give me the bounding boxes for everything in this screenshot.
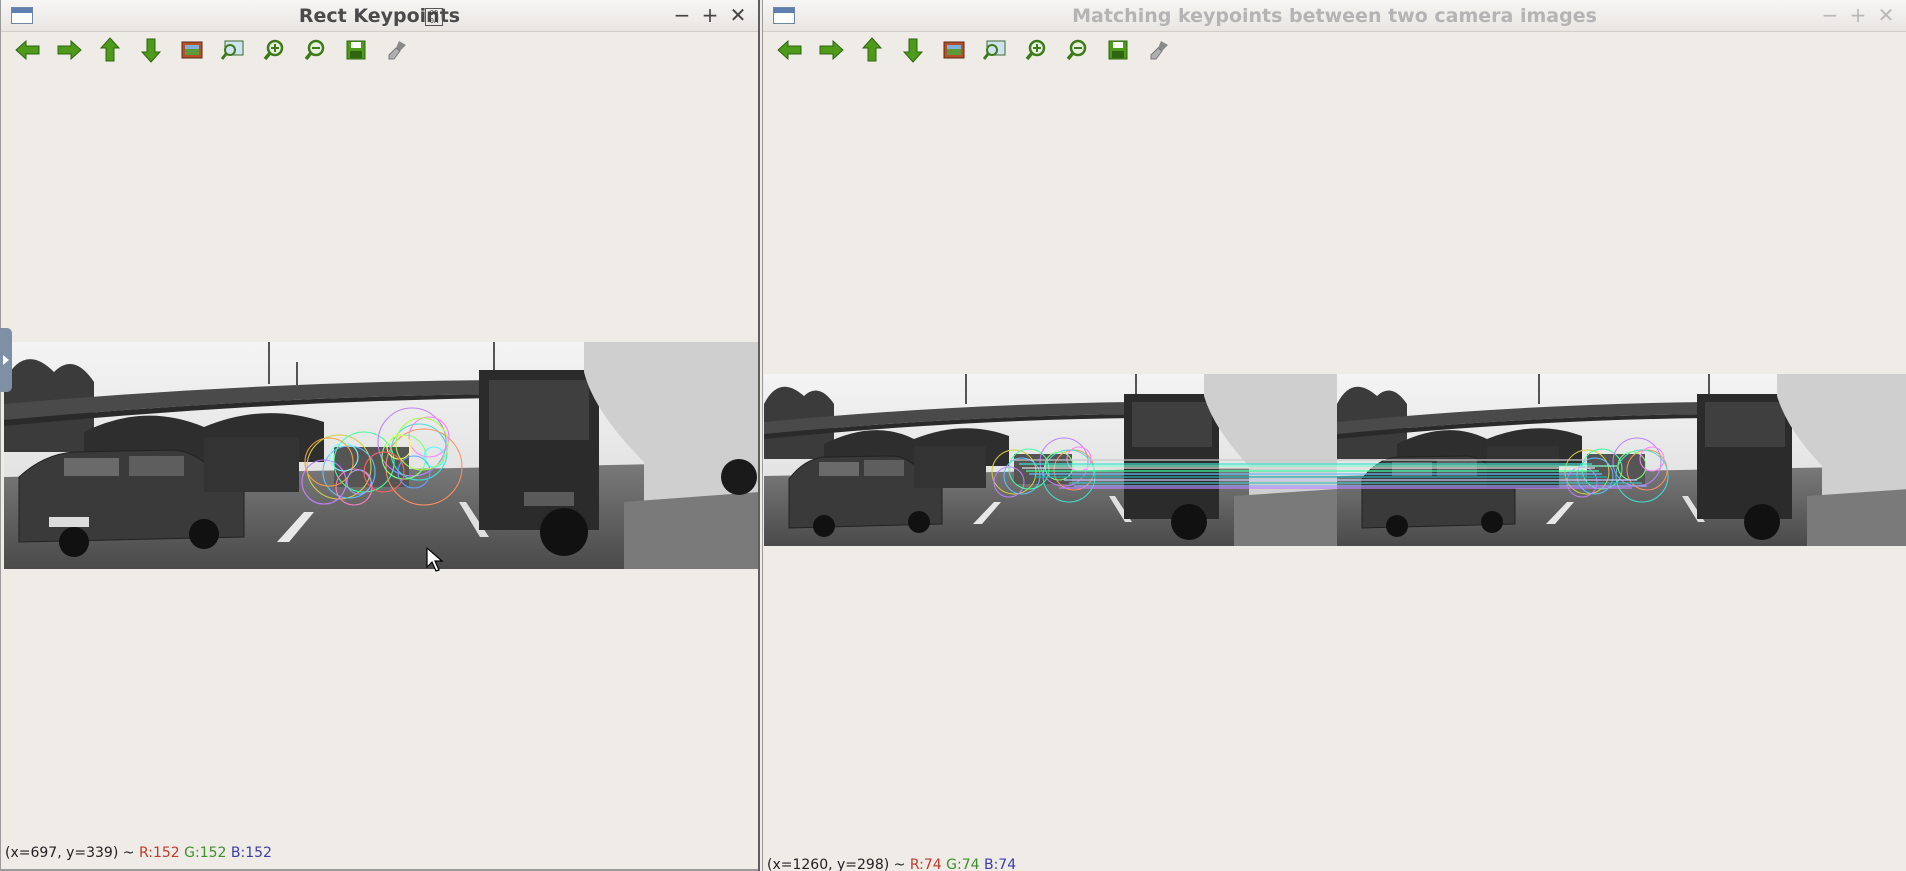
unknown-glyph-icon: 00 0A: [425, 8, 443, 26]
pan-right-icon[interactable]: [816, 35, 846, 65]
close-button[interactable]: ✕: [1874, 2, 1898, 28]
status-bar: (x=1260, y=298) ~ R:74 G:74 B:74: [767, 857, 1016, 871]
zoom-in-icon[interactable]: [259, 35, 289, 65]
side-panel-handle[interactable]: [0, 328, 12, 392]
pan-left-icon[interactable]: [775, 35, 805, 65]
zoom-to-fit-icon[interactable]: [177, 35, 207, 65]
matching-keypoints-image[interactable]: [764, 374, 1906, 546]
minimize-button[interactable]: −: [670, 2, 694, 28]
close-button[interactable]: ✕: [726, 2, 750, 28]
zoom-out-icon[interactable]: [300, 35, 330, 65]
zoom-out-icon[interactable]: [1062, 35, 1092, 65]
zoom-to-original-icon[interactable]: [980, 35, 1010, 65]
pan-up-icon[interactable]: [95, 35, 125, 65]
road-scene-left: [4, 342, 758, 569]
save-icon[interactable]: [1103, 35, 1133, 65]
zoom-to-original-icon[interactable]: [218, 35, 248, 65]
zoom-to-fit-icon[interactable]: [939, 35, 969, 65]
title-bar[interactable]: Rect Keypoints 00 0A − + ✕: [1, 0, 758, 32]
pan-left-icon[interactable]: [13, 35, 43, 65]
blue-value: B:74: [983, 857, 1017, 871]
green-value: G:152: [184, 845, 227, 861]
window-title: Matching keypoints between two camera im…: [1072, 5, 1597, 27]
zoom-in-icon[interactable]: [1021, 35, 1051, 65]
pan-down-icon[interactable]: [898, 35, 928, 65]
toolbar: [13, 35, 412, 65]
minimize-button[interactable]: −: [1818, 2, 1842, 28]
toolbar: [775, 35, 1174, 65]
cursor-coordinates: (x=1260, y=298) ~: [767, 857, 906, 871]
cursor-coordinates: (x=697, y=339) ~: [5, 845, 135, 861]
window-title: Rect Keypoints: [298, 5, 461, 27]
pan-up-icon[interactable]: [857, 35, 887, 65]
green-value: G:74: [946, 857, 980, 871]
maximize-button[interactable]: +: [698, 2, 722, 28]
title-bar[interactable]: Matching keypoints between two camera im…: [763, 0, 1906, 32]
rect-keypoints-window: Rect Keypoints 00 0A − + ✕ (x=697, y=339…: [0, 0, 760, 871]
save-icon[interactable]: [341, 35, 371, 65]
red-value: R:152: [138, 845, 180, 861]
maximize-button[interactable]: +: [1846, 2, 1870, 28]
status-bar: (x=697, y=339) ~ R:152 G:152 B:152: [5, 845, 272, 861]
pan-right-icon[interactable]: [54, 35, 84, 65]
rect-keypoints-image[interactable]: [4, 342, 758, 569]
red-value: R:74: [909, 857, 942, 871]
matching-keypoints-window: Matching keypoints between two camera im…: [762, 0, 1906, 871]
properties-icon[interactable]: [1144, 35, 1174, 65]
stereo-pair-scene: [764, 374, 1906, 546]
blue-value: B:152: [230, 845, 272, 861]
properties-icon[interactable]: [382, 35, 412, 65]
pan-down-icon[interactable]: [136, 35, 166, 65]
mouse-cursor-icon: [426, 547, 444, 572]
